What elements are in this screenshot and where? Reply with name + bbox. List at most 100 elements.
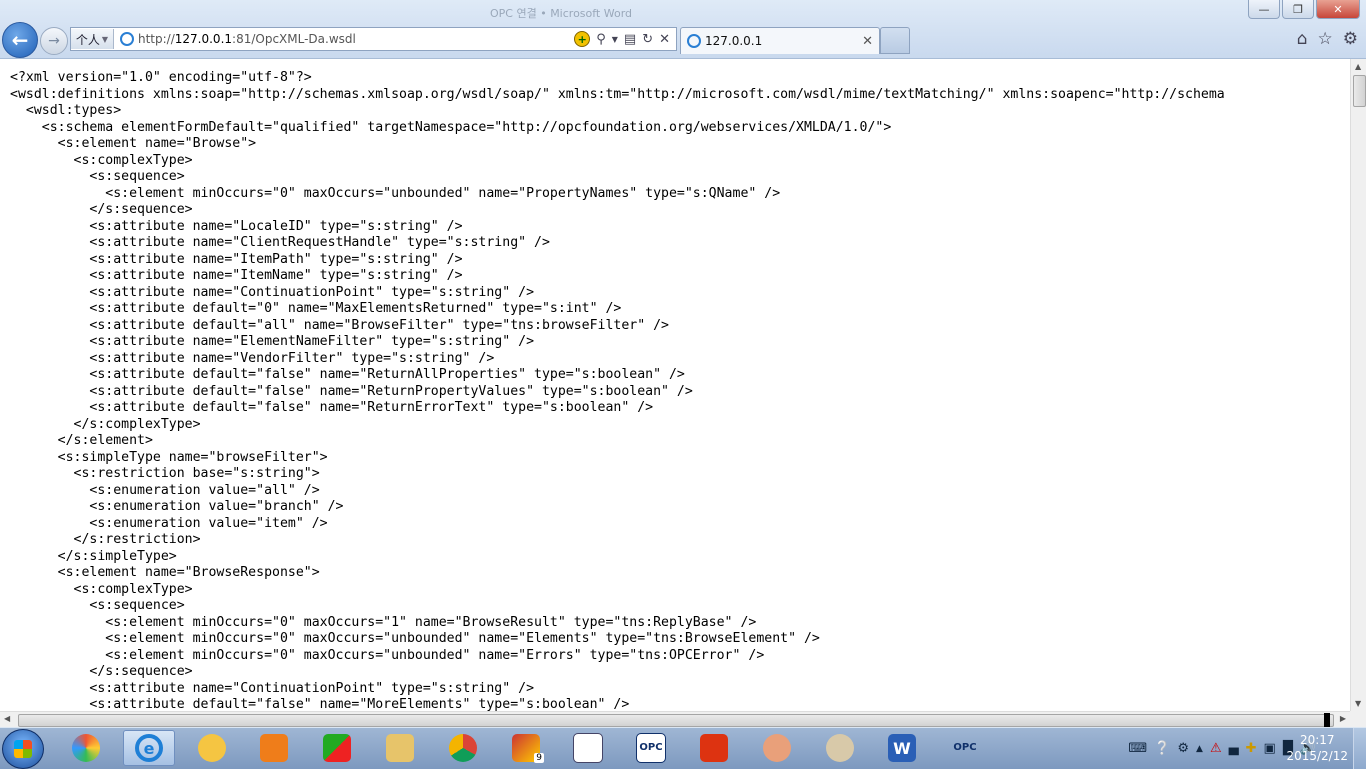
url-text[interactable]: http://127.0.0.1:81/OpcXML-Da.wsdl xyxy=(138,32,574,46)
scroll-up-icon[interactable]: ▲ xyxy=(1355,62,1361,71)
stop-icon[interactable]: ✕ xyxy=(659,32,670,47)
xml-line: </s:simpleType> xyxy=(10,548,177,564)
taskbar-app[interactable]: W xyxy=(876,730,928,766)
taskbar-app[interactable]: e xyxy=(123,730,175,766)
word-icon: W xyxy=(888,734,916,762)
browser-chrome: OPC 연결 • Microsoft Word — ❐ ✕ ← → 个人 ▼ h… xyxy=(0,0,1366,59)
clock[interactable]: 20:17 2015/2/12 xyxy=(1286,732,1348,764)
compatibility-view-icon[interactable]: ▤ xyxy=(624,32,636,47)
xml-line: <s:attribute name="ItemPath" type="s:str… xyxy=(10,251,463,267)
text-cursor xyxy=(1324,713,1330,727)
xml-line: <s:enumeration value="branch" /> xyxy=(10,499,344,514)
xml-line: <s:element minOccurs="0" maxOccurs="unbo… xyxy=(10,185,781,201)
taskbar-app[interactable] xyxy=(60,730,112,766)
taskbar-app[interactable] xyxy=(248,730,300,766)
start-button[interactable] xyxy=(2,729,44,769)
favorites-star-icon[interactable]: ☆ xyxy=(1318,29,1333,49)
clock-date: 2015/2/12 xyxy=(1286,749,1348,763)
back-button[interactable]: ← xyxy=(2,22,38,58)
xml-line: <wsdl:types> xyxy=(10,103,122,118)
xml-line: <s:simpleType name="browseFilter"> xyxy=(10,449,328,465)
dropdown-arrow-icon[interactable]: ▼ xyxy=(612,35,618,44)
address-bar[interactable]: 个人 ▼ http://127.0.0.1:81/OpcXML-Da.wsdl … xyxy=(70,27,677,51)
xml-line: <s:attribute name="VendorFilter" type="s… xyxy=(10,350,495,366)
show-desktop-button[interactable] xyxy=(1353,728,1366,769)
scroll-down-icon[interactable]: ▼ xyxy=(1355,699,1361,708)
xml-line: <s:attribute default="false" name="Retur… xyxy=(10,367,685,382)
tab-close-icon[interactable]: ✕ xyxy=(862,34,873,49)
taskbar: e 9 OPC W OPC ⌨ ❔ ⚙ ▲ ⚠ ▄ ✚ ▣ █ 🔊 20:17 2015… xyxy=(0,727,1366,769)
tab-active[interactable]: 127.0.0.1 ✕ xyxy=(680,27,880,54)
xml-line: </s:sequence> xyxy=(10,202,193,217)
app-label: OPC xyxy=(639,742,663,753)
opc-calculator-icon: OPC xyxy=(636,733,666,763)
refresh-icon[interactable]: ↻ xyxy=(642,32,653,47)
paint-icon xyxy=(826,734,854,762)
browser-tools: ⌂ ☆ ⚙ xyxy=(1297,29,1358,49)
url-path: :81/OpcXML-Da.wsdl xyxy=(232,32,356,46)
colorful-app-icon xyxy=(72,734,100,762)
settings-gear-icon[interactable]: ⚙ xyxy=(1343,29,1358,49)
xml-line: <s:attribute name="LocaleID" type="s:str… xyxy=(10,218,463,234)
maximize-button[interactable]: ❐ xyxy=(1282,0,1314,19)
file-explorer-icon xyxy=(386,734,414,762)
red-tool-icon xyxy=(700,734,728,762)
arrow-right-icon: → xyxy=(48,33,60,49)
tab-title: 127.0.0.1 xyxy=(705,34,763,48)
chevron-down-icon: ▼ xyxy=(101,34,109,44)
xml-line: <s:attribute name="ClientRequestHandle" … xyxy=(10,235,550,250)
taskbar-app[interactable] xyxy=(374,730,426,766)
help-icon[interactable]: ❔ xyxy=(1154,741,1170,756)
taskbar-app[interactable] xyxy=(186,730,238,766)
new-tab-button[interactable] xyxy=(880,27,910,54)
horizontal-scrollbar[interactable]: ◀ ▶ xyxy=(0,711,1350,728)
app-label: OPC xyxy=(953,742,977,753)
search-icon[interactable]: ⚲ xyxy=(596,32,606,47)
add-on-icon[interactable]: + xyxy=(574,31,591,47)
network-alert-icon[interactable]: ⚠ xyxy=(1210,741,1222,756)
xml-line: <s:sequence> xyxy=(10,598,185,613)
xml-line: </s:sequence> xyxy=(10,664,193,679)
taskbar-app[interactable]: OPC xyxy=(625,730,677,766)
add-icon[interactable]: ✚ xyxy=(1246,741,1257,756)
tray-settings-icon[interactable]: ⚙ xyxy=(1177,741,1189,756)
xml-line: <s:attribute default="false" name="Retur… xyxy=(10,383,693,399)
media-player-icon xyxy=(260,734,288,762)
horizontal-scroll-thumb[interactable] xyxy=(18,714,1334,727)
taskbar-app[interactable] xyxy=(751,730,803,766)
xml-line: <s:attribute default="false" name="MoreE… xyxy=(10,697,630,711)
taskbar-app[interactable]: OPC xyxy=(939,730,991,766)
taskbar-app[interactable]: 9 xyxy=(500,730,552,766)
vertical-scrollbar[interactable]: ▲ ▼ xyxy=(1350,59,1366,711)
compat-dropdown[interactable]: 个人 ▼ xyxy=(71,29,114,49)
xml-line: <s:attribute default="false" name="Retur… xyxy=(10,400,654,415)
taskbar-app[interactable] xyxy=(437,730,489,766)
monitor-icon[interactable]: ▣ xyxy=(1264,741,1276,756)
vertical-scroll-thumb[interactable] xyxy=(1353,75,1366,107)
taskbar-app[interactable] xyxy=(814,730,866,766)
xml-line: <s:attribute name="ElementNameFilter" ty… xyxy=(10,334,535,349)
xml-line: <s:element minOccurs="0" maxOccurs="unbo… xyxy=(10,647,765,663)
clock-app-icon xyxy=(198,734,226,762)
forward-button[interactable]: → xyxy=(40,27,68,55)
title-bar: OPC 연결 • Microsoft Word — ❐ ✕ xyxy=(0,0,1366,24)
taskbar-app[interactable] xyxy=(311,730,363,766)
show-hidden-icons[interactable]: ▲ xyxy=(1196,744,1203,754)
xml-source: <?xml version="1.0" encoding="utf-8"?> <w… xyxy=(10,70,1225,711)
scroll-left-icon[interactable]: ◀ xyxy=(4,714,10,723)
home-icon[interactable]: ⌂ xyxy=(1297,29,1308,49)
minimize-button[interactable]: — xyxy=(1248,0,1280,19)
taskbar-app[interactable] xyxy=(562,730,614,766)
taskbar-app[interactable] xyxy=(688,730,740,766)
xml-line: <s:attribute name="ItemName" type="s:str… xyxy=(10,268,463,283)
xml-line: <s:restriction base="s:string"> xyxy=(10,466,320,481)
xml-line: <s:complexType> xyxy=(10,581,193,597)
arrow-left-icon: ← xyxy=(11,28,29,52)
xml-line: </s:element> xyxy=(10,433,153,448)
close-button[interactable]: ✕ xyxy=(1316,0,1360,19)
signal-icon[interactable]: ▄ xyxy=(1229,741,1239,756)
xml-line: <s:attribute default="all" name="BrowseF… xyxy=(10,317,669,333)
tool-app-icon xyxy=(323,734,351,762)
keyboard-icon[interactable]: ⌨ xyxy=(1128,741,1147,756)
scroll-right-icon[interactable]: ▶ xyxy=(1340,714,1346,723)
